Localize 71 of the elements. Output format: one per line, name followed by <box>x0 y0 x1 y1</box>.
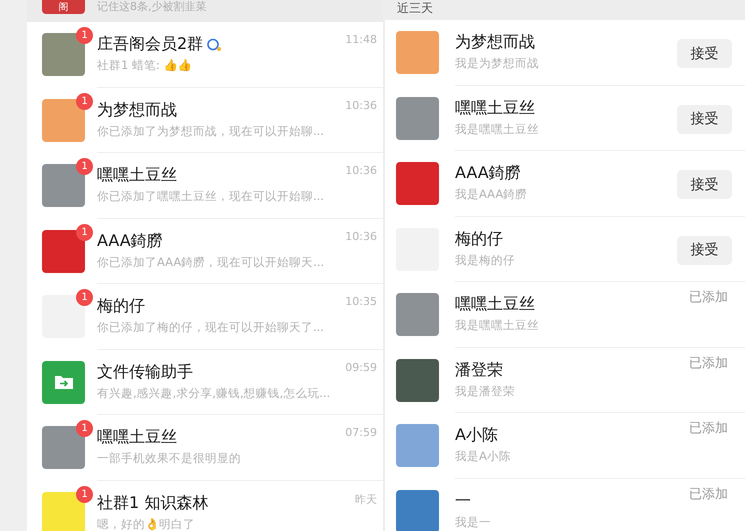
avatar-placeholder <box>396 293 439 336</box>
contact-name[interactable]: 一 <box>455 490 689 512</box>
chat-name[interactable]: 嘿嘿土豆丝 <box>97 165 177 186</box>
chat-name[interactable]: 为梦想而战 <box>97 100 177 120</box>
unread-badge: 1 <box>76 486 93 502</box>
accept-button[interactable]: 接受 <box>677 236 732 264</box>
message-preview: 记住这8条,少被割韭菜 <box>97 0 206 14</box>
accept-button[interactable]: 接受 <box>677 170 732 199</box>
avatar-placeholder <box>396 31 439 74</box>
message-preview: 你已添加了嘿嘿土豆丝，现在可以开始聊... <box>97 189 325 204</box>
message-preview: 你已添加了AAA錡朥，现在可以开始聊天... <box>97 254 326 270</box>
added-status: 已添加 <box>689 420 729 437</box>
avatar-placeholder <box>396 96 439 140</box>
request-message: 我是梅的仔 <box>455 252 516 268</box>
request-message: 我是为梦想而战 <box>455 56 540 71</box>
chat-name[interactable]: 嘿嘿土豆丝 <box>97 427 177 448</box>
added-status: 已添加 <box>689 289 729 306</box>
unread-badge: 1 <box>76 92 93 110</box>
unread-badge: 1 <box>76 289 93 306</box>
request-message: 我是嘿嘿土豆丝 <box>455 122 540 136</box>
avatar-placeholder <box>42 492 85 531</box>
avatar-placeholder <box>396 162 439 205</box>
contact-name[interactable]: 潘登荣 <box>455 360 689 380</box>
chat-name[interactable]: 梅的仔 <box>97 296 145 317</box>
pinned-chat-row[interactable]: 阁 记住这8条,少被割韭菜 <box>27 0 383 22</box>
message-preview: 你已添加了为梦想而战，现在可以开始聊... <box>97 124 325 138</box>
contact-name[interactable]: 嘿嘿土豆丝 <box>455 294 689 315</box>
avatar-placeholder <box>396 358 439 402</box>
message-preview: 你已添加了梅的仔，现在可以开始聊天了... <box>97 320 325 335</box>
contact-name[interactable]: A小陈 <box>455 425 689 446</box>
message-time: 10:35 <box>345 294 377 310</box>
contact-name[interactable]: 梅的仔 <box>455 228 677 250</box>
message-time: 11:48 <box>345 32 377 48</box>
folder-arrow-icon <box>54 374 74 390</box>
chat-name[interactable]: 文件传输助手 <box>97 362 193 382</box>
unread-badge: 1 <box>76 420 93 437</box>
message-time: 07:59 <box>345 425 377 441</box>
unread-badge: 1 <box>76 158 93 175</box>
unread-badge: 1 <box>76 224 93 240</box>
unread-badge: 1 <box>76 27 93 44</box>
request-message: 我是A小陈 <box>455 449 512 464</box>
message-time: 10:36 <box>345 98 377 114</box>
added-status: 已添加 <box>689 486 729 502</box>
message-preview: 社群1 蜡笔: 👍👍 <box>97 58 193 73</box>
message-preview: 嗯，好的👌明白了 <box>97 516 196 531</box>
message-time: 昨天 <box>355 492 377 508</box>
section-header: 近三天 <box>385 0 745 20</box>
contact-name[interactable]: 为梦想而战 <box>455 32 677 53</box>
added-status: 已添加 <box>689 354 729 372</box>
message-time: 10:36 <box>345 163 377 179</box>
message-preview: 一部手机效果不是很明显的 <box>97 451 242 466</box>
chat-bubble-icon <box>206 38 222 52</box>
message-preview: 有兴趣,感兴趣,求分享,赚钱,想赚钱,怎么玩... <box>97 386 332 400</box>
contact-name[interactable]: AAA錡朥 <box>455 163 677 184</box>
accept-button[interactable]: 接受 <box>677 39 732 68</box>
accept-button[interactable]: 接受 <box>677 104 732 134</box>
chat-name[interactable]: AAA錡朥 <box>97 230 163 252</box>
avatar-placeholder <box>42 98 85 142</box>
avatar-placeholder <box>396 424 439 467</box>
avatar-placeholder <box>396 490 439 531</box>
request-message: 我是AAA錡朥 <box>455 187 528 202</box>
request-message: 我是一 <box>455 514 492 530</box>
avatar-placeholder: 阁 <box>42 0 85 14</box>
avatar-placeholder <box>42 230 85 272</box>
contact-name[interactable]: 嘿嘿土豆丝 <box>455 98 677 118</box>
chat-name[interactable]: 社群1 知识森林 <box>97 492 208 514</box>
message-time: 09:59 <box>345 360 377 376</box>
request-message: 我是嘿嘿土豆丝 <box>455 318 540 333</box>
request-message: 我是潘登荣 <box>455 384 516 398</box>
chat-name[interactable]: 庄吾阁会员2群 <box>97 34 204 55</box>
message-time: 10:36 <box>345 228 377 244</box>
